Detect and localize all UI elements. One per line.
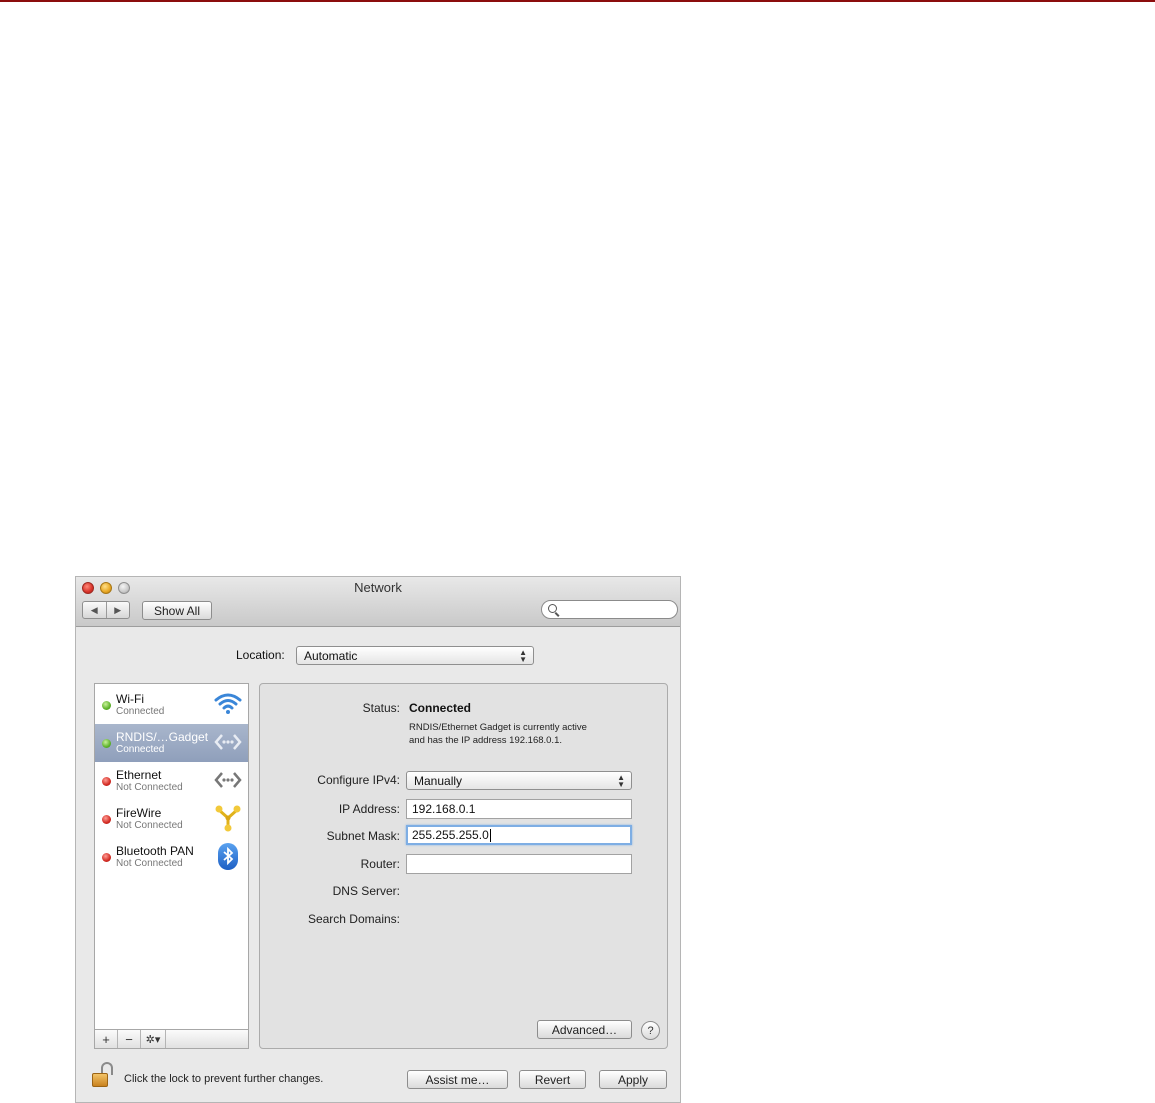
- service-list: Wi-Fi Connected RNDIS/…Gadget Connected: [94, 683, 249, 1049]
- ethernet-icon: [214, 728, 242, 756]
- search-icon: [548, 604, 557, 613]
- wifi-icon: [214, 690, 242, 718]
- service-item-wifi[interactable]: Wi-Fi Connected: [95, 686, 248, 724]
- status-dot-green-icon: [102, 739, 111, 748]
- ethernet-icon: [214, 766, 242, 794]
- firewire-icon: [214, 804, 242, 832]
- forward-arrow-icon[interactable]: ▶: [107, 602, 130, 618]
- ip-address-value: 192.168.0.1: [412, 802, 476, 816]
- back-forward-control: ◀ ▶: [82, 601, 130, 619]
- service-detail-panel: Status: Connected RNDIS/Ethernet Gadget …: [259, 683, 668, 1049]
- subnet-mask-field[interactable]: 255.255.255.0: [406, 825, 632, 845]
- service-name: Bluetooth PAN: [116, 844, 194, 858]
- subnet-mask-label: Subnet Mask:: [326, 829, 400, 843]
- search-domains-label: Search Domains:: [307, 912, 400, 926]
- location-label: Location:: [236, 648, 285, 662]
- status-dot-red-icon: [102, 815, 111, 824]
- dns-server-label: DNS Server:: [332, 884, 400, 898]
- service-name: Ethernet: [116, 768, 162, 782]
- show-all-button[interactable]: Show All: [142, 601, 212, 620]
- status-description-line: and has the IP address 192.168.0.1.: [409, 735, 562, 746]
- status-dot-green-icon: [102, 701, 111, 710]
- service-status: Not Connected: [116, 858, 183, 869]
- ip-address-label: IP Address:: [338, 802, 400, 816]
- subnet-mask-value: 255.255.255.0: [412, 828, 489, 842]
- status-dot-red-icon: [102, 777, 111, 786]
- revert-button[interactable]: Revert: [519, 1070, 586, 1089]
- gear-menu-icon[interactable]: ✲▾: [141, 1030, 166, 1048]
- bluetooth-icon: [214, 842, 242, 870]
- text-caret: [489, 828, 491, 842]
- configure-ipv4-select[interactable]: Manually ▲ ▼: [406, 771, 632, 790]
- service-status: Not Connected: [116, 782, 183, 793]
- top-accent-line: [0, 0, 1155, 2]
- status-description: RNDIS/Ethernet Gadget is currently activ…: [409, 721, 587, 747]
- network-preferences-window: Network ◀ ▶ Show All Location: Automatic…: [75, 576, 681, 1103]
- service-item-rndis-gadget[interactable]: RNDIS/…Gadget Connected: [95, 724, 248, 762]
- advanced-button[interactable]: Advanced…: [537, 1020, 632, 1039]
- add-service-button[interactable]: +: [95, 1030, 118, 1048]
- lock-message: Click the lock to prevent further change…: [124, 1073, 324, 1085]
- window-title: Network: [354, 580, 402, 595]
- status-dot-red-icon: [102, 853, 111, 862]
- title-bar: Network ◀ ▶ Show All: [76, 577, 680, 627]
- service-status: Connected: [116, 744, 165, 755]
- service-name: RNDIS/…Gadget: [116, 730, 209, 744]
- service-status: Connected: [116, 706, 165, 717]
- service-item-ethernet[interactable]: Ethernet Not Connected: [95, 762, 248, 800]
- select-arrows-icon: ▲ ▼: [519, 648, 527, 664]
- service-status: Not Connected: [116, 820, 183, 831]
- status-description-line: RNDIS/Ethernet Gadget is currently activ…: [409, 722, 587, 733]
- select-arrows-icon: ▲ ▼: [617, 773, 625, 789]
- status-value: Connected: [409, 701, 472, 715]
- remove-service-button[interactable]: −: [118, 1030, 141, 1048]
- location-select[interactable]: Automatic ▲ ▼: [296, 646, 534, 665]
- apply-button[interactable]: Apply: [599, 1070, 667, 1089]
- status-label: Status:: [362, 701, 400, 715]
- location-value: Automatic: [304, 648, 358, 663]
- lock-icon[interactable]: [92, 1062, 116, 1090]
- ip-address-field[interactable]: 192.168.0.1: [406, 799, 632, 819]
- assist-me-button[interactable]: Assist me…: [407, 1070, 508, 1089]
- service-item-bluetooth-pan[interactable]: Bluetooth PAN Not Connected: [95, 838, 248, 876]
- search-field[interactable]: [541, 600, 678, 619]
- help-button[interactable]: ?: [641, 1021, 660, 1040]
- configure-ipv4-value: Manually: [414, 773, 463, 788]
- configure-ipv4-label: Configure IPv4:: [317, 773, 400, 787]
- service-item-firewire[interactable]: FireWire Not Connected: [95, 800, 248, 838]
- router-field[interactable]: [406, 854, 632, 874]
- router-label: Router:: [360, 857, 400, 871]
- service-name: Wi-Fi: [116, 692, 144, 706]
- service-list-toolbar: + − ✲▾: [95, 1029, 248, 1048]
- service-name: FireWire: [116, 806, 162, 820]
- back-arrow-icon[interactable]: ◀: [83, 602, 107, 618]
